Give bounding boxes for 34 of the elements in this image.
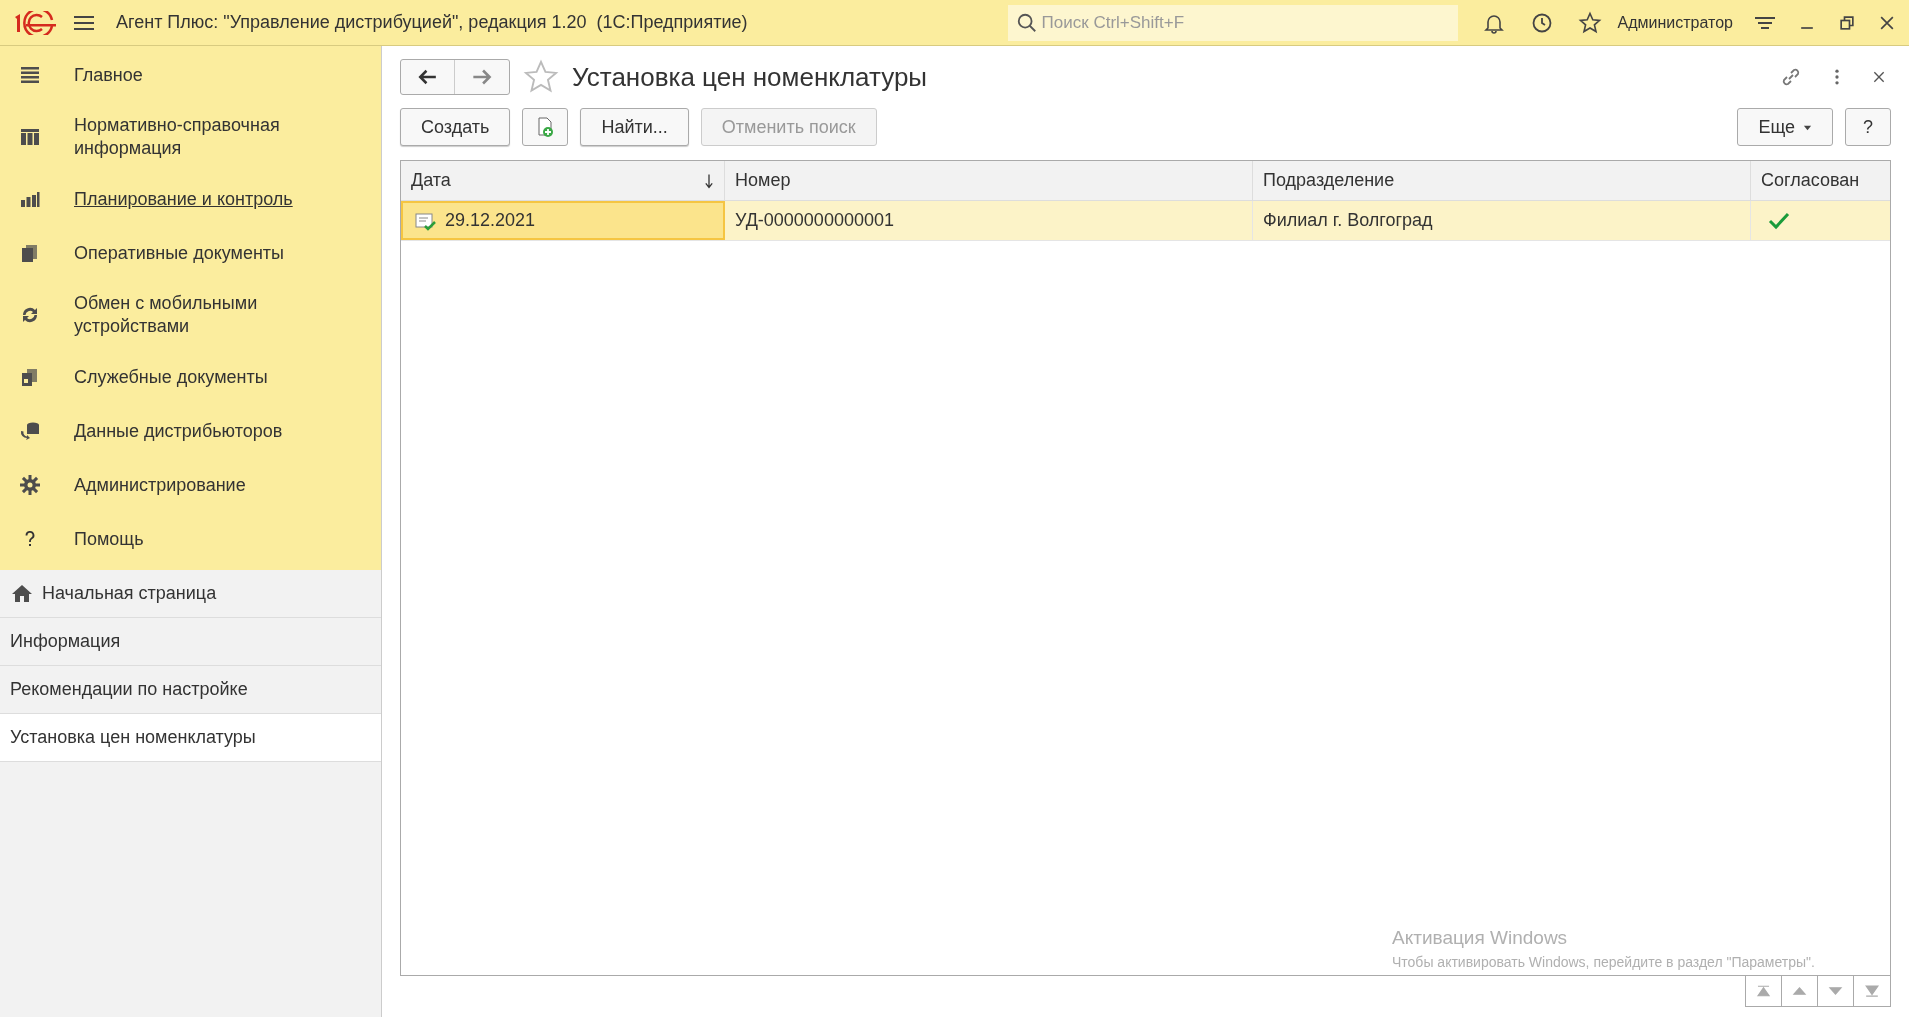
section-link[interactable]: Обмен с мобильными устройствами bbox=[74, 292, 334, 338]
table-cell: 29.12.2021 bbox=[401, 201, 725, 240]
activation-title: Активация Windows bbox=[1392, 925, 1569, 950]
sort-arrow-icon bbox=[704, 172, 714, 189]
star-icon[interactable] bbox=[1577, 10, 1602, 35]
section-link[interactable]: Оперативные документы bbox=[74, 241, 285, 265]
section-link[interactable]: Помощь bbox=[74, 527, 144, 551]
section-link[interactable]: Нормативно-справочная информация bbox=[74, 114, 334, 160]
column-header[interactable]: Номер bbox=[725, 161, 1253, 200]
section-link[interactable]: Планирование и контроль bbox=[74, 187, 293, 211]
section-link[interactable]: Администрирование bbox=[74, 473, 246, 497]
table-cell: Филиал г. Волгоград bbox=[1253, 201, 1751, 240]
form-title: Установка цен номенклатуры bbox=[572, 60, 928, 94]
column-header[interactable]: Дата bbox=[401, 161, 725, 200]
open-page-tab[interactable]: Установка цен номенклатуры bbox=[0, 714, 381, 762]
column-header[interactable]: Подразделение bbox=[1253, 161, 1751, 200]
window-title: Агент Плюс: "Управление дистрибуцией", редакция 1.20 (1С:Предприятие) bbox=[116, 11, 748, 34]
table-cell: УД-0000000000001 bbox=[725, 201, 1253, 240]
settings-icon bbox=[18, 473, 42, 497]
search-field[interactable]: Поиск Ctrl+Shift+F bbox=[1007, 4, 1458, 41]
toolbar-button[interactable]: Найти... bbox=[580, 108, 689, 146]
section-link[interactable]: Данные дистрибьюторов bbox=[74, 419, 283, 443]
help-button[interactable]: ? bbox=[1845, 108, 1891, 146]
copy-document-button[interactable] bbox=[522, 108, 569, 146]
user-name[interactable]: Администратор bbox=[1617, 10, 1733, 35]
close-icon[interactable] bbox=[1871, 69, 1887, 85]
activation-text: Чтобы активировать Windows, перейдите в раздел "Параметры". bbox=[1392, 953, 1816, 972]
toolbar-button[interactable]: Создать bbox=[400, 108, 511, 146]
section-link[interactable]: Главное bbox=[74, 63, 143, 87]
table-row[interactable]: 29.12.2021 УД-0000000000001 Филиал г. Волгоград bbox=[401, 201, 1890, 241]
section-link[interactable]: Служебные документы bbox=[74, 365, 268, 389]
column-header[interactable]: Согласован bbox=[1751, 161, 1890, 200]
search-icon bbox=[1015, 11, 1038, 34]
more-button[interactable]: Еще bbox=[1737, 108, 1833, 146]
